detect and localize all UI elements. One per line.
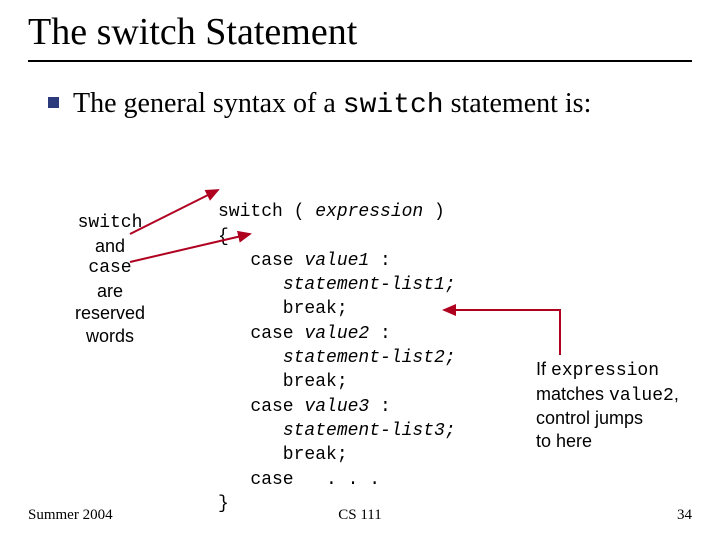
code-l3b: value1 [304, 251, 369, 271]
code-l4b: statement-list1; [283, 275, 456, 295]
footer-left: Summer 2004 [28, 507, 113, 524]
code-l3c: : [369, 251, 391, 271]
rn-l2b: value2 [609, 386, 674, 406]
code-l8: break; [218, 372, 348, 392]
code-l6a: case [218, 324, 304, 344]
code-l6c: : [369, 324, 391, 344]
code-l6b: value2 [304, 324, 369, 344]
code-l7a [218, 348, 283, 368]
left-note-l4: are [50, 280, 170, 303]
code-l4a [218, 275, 283, 295]
rn-l2c: , [674, 384, 679, 404]
code-l9a: case [218, 397, 304, 417]
rn-l3: control jumps [536, 407, 706, 430]
code-l10a [218, 421, 283, 441]
left-note-l2: and [50, 235, 170, 258]
title-rule [28, 60, 692, 62]
code-l1a: switch ( [218, 202, 315, 222]
rn-l1a: If [536, 359, 551, 379]
left-annotation: switch and case are reserved words [50, 212, 170, 347]
code-l2: { [218, 227, 229, 247]
footer-center: CS 111 [338, 507, 381, 524]
footer-right: 34 [677, 507, 692, 524]
code-l9b: value3 [304, 397, 369, 417]
code-l5: break; [218, 299, 348, 319]
left-note-l5: reserved [50, 302, 170, 325]
code-l7b: statement-list2; [283, 348, 456, 368]
bullet-icon [48, 97, 59, 108]
left-note-l6: words [50, 325, 170, 348]
rn-l2a: matches [536, 384, 609, 404]
code-l10b: statement-list3; [283, 421, 456, 441]
left-note-l3: case [50, 257, 170, 280]
code-block: switch ( expression ) { case value1 : st… [218, 176, 456, 516]
code-l11: break; [218, 445, 348, 465]
rn-l4: to here [536, 430, 706, 453]
bullet-code: switch [343, 90, 444, 121]
code-l1c: ) [423, 202, 445, 222]
right-annotation: If expression matches value2, control ju… [536, 358, 706, 452]
bullet-pre: The general syntax of a [73, 88, 343, 119]
code-l13: } [218, 494, 229, 514]
bullet-post: statement is: [444, 88, 592, 119]
code-l12: case . . . [218, 470, 380, 490]
code-l9c: : [369, 397, 391, 417]
left-note-l1: switch [50, 212, 170, 235]
slide-title: The switch Statement [0, 0, 720, 58]
rn-l1b: expression [551, 361, 659, 381]
code-l3a: case [218, 251, 304, 271]
code-l1b: expression [315, 202, 423, 222]
bullet-block: The general syntax of a switch statement… [48, 86, 690, 123]
bullet-text: The general syntax of a switch statement… [73, 86, 591, 123]
